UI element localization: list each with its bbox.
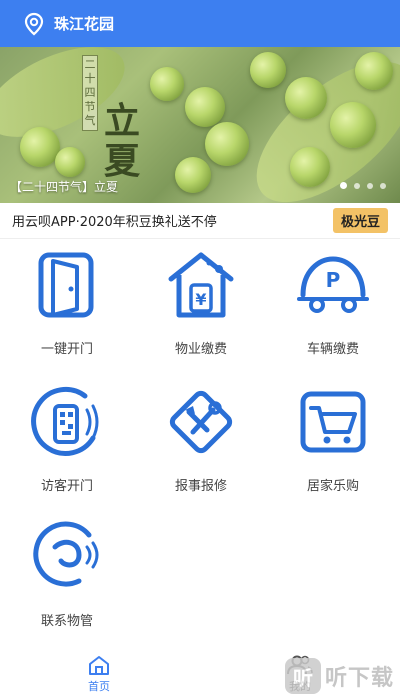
community-title: 珠江花园 [54,15,115,33]
app-header: 珠江花园 [0,0,400,47]
pea-decoration [150,67,184,101]
location-pin-icon [24,12,44,35]
svg-text:P: P [326,268,341,292]
service-contact-management[interactable]: 联系物管 [2,517,132,647]
service-label: 车辆缴费 [306,342,359,357]
nav-home[interactable]: 首页 [0,648,200,700]
pea-decoration [20,127,60,167]
service-home-shopping[interactable]: 居家乐购 [268,382,398,512]
service-parking-fee[interactable]: P 车辆缴费 [268,245,398,375]
solar-term-char: 夏 [104,140,141,182]
pea-decoration [290,147,330,187]
pea-decoration [250,52,286,88]
points-badge[interactable]: 极光豆 [332,208,388,233]
service-label: 一键开门 [40,342,93,357]
shopping-cart-icon [300,391,366,453]
watermark: 听 听下载 [284,658,394,694]
visitor-qr-icon [31,387,99,456]
pea-decoration [285,77,327,119]
nav-label: 首页 [88,680,110,693]
promo-notice[interactable]: 用云呗APP·2020年积豆换礼送不停 极光豆 [0,203,400,239]
pea-decoration [175,157,211,193]
pea-decoration [205,122,249,166]
carousel-indicators[interactable] [340,182,386,189]
home-icon [89,656,109,675]
service-visitor-door[interactable]: 访客开门 [2,382,132,512]
pea-decoration [185,87,225,127]
promo-banner[interactable]: 二十四节气 立 夏 【二十四节气】立夏 [0,47,400,203]
parking-fee-icon: P [297,256,369,313]
service-label: 联系物管 [40,614,93,629]
solar-term-vertical-label: 二十四节气 [82,55,98,131]
door-icon [38,252,94,318]
service-label: 访客开门 [40,479,93,494]
carousel-dot[interactable] [354,182,360,189]
service-label: 居家乐购 [306,479,359,494]
service-one-key-door[interactable]: 一键开门 [2,245,132,375]
carousel-dot[interactable] [380,182,386,189]
pea-decoration [330,102,376,148]
carousel-dot[interactable] [367,182,373,189]
property-fee-icon: ¥ [168,252,234,318]
pea-decoration [55,147,85,177]
carousel-dot[interactable] [340,182,347,189]
service-label: 报事报修 [174,479,227,494]
service-repair-report[interactable]: 报事报修 [136,382,266,512]
svg-text:¥: ¥ [195,290,206,309]
repair-tools-icon [169,390,233,454]
pea-decoration [355,52,393,90]
notice-text: 用云呗APP·2020年积豆换礼送不停 [12,215,217,230]
banner-caption: 【二十四节气】立夏 [10,180,119,194]
watermark-text: 听下载 [324,666,394,691]
service-property-fee[interactable]: ¥ 物业缴费 [136,245,266,375]
service-label: 物业缴费 [174,342,227,357]
contact-management-icon [33,521,99,587]
watermark-logo: 听 [284,658,321,694]
